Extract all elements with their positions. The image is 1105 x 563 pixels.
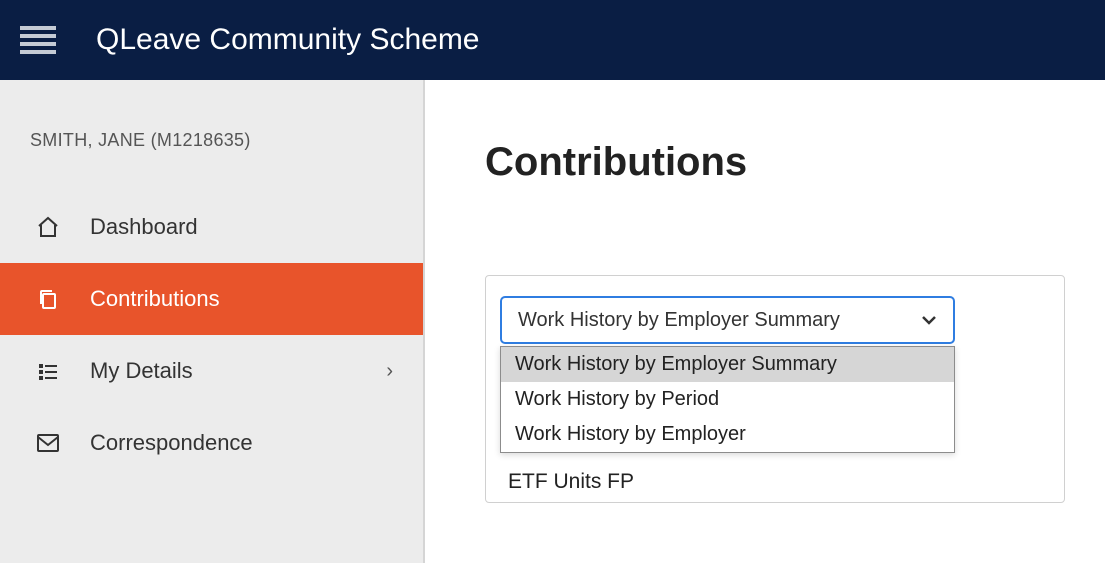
page-title: Contributions bbox=[485, 140, 1065, 185]
sidebar-item-dashboard[interactable]: Dashboard bbox=[0, 191, 423, 263]
main-panel: Contributions Work History by Employer S… bbox=[425, 80, 1105, 563]
sidebar-item-label: Correspondence bbox=[90, 430, 253, 456]
dropdown-option[interactable]: Work History by Period bbox=[501, 382, 954, 417]
sidebar-item-correspondence[interactable]: Correspondence bbox=[0, 407, 423, 479]
chevron-down-icon bbox=[921, 312, 937, 328]
app-header: QLeave Community Scheme bbox=[0, 0, 1105, 80]
copy-icon bbox=[30, 287, 66, 311]
sidebar-item-my-details[interactable]: My Details › bbox=[0, 335, 423, 407]
app-title: QLeave Community Scheme bbox=[96, 23, 480, 57]
sidebar-item-label: Contributions bbox=[90, 286, 220, 312]
filter-panel: Work History by Employer Summary Work Hi… bbox=[485, 275, 1065, 503]
hamburger-menu-icon[interactable] bbox=[20, 26, 56, 54]
dropdown-option[interactable]: Work History by Employer bbox=[501, 417, 954, 452]
sidebar-item-label: Dashboard bbox=[90, 214, 198, 240]
work-history-dropdown[interactable]: Work History by Employer Summary Work Hi… bbox=[500, 296, 955, 344]
chevron-right-icon: › bbox=[386, 360, 393, 383]
user-label: SMITH, JANE (M1218635) bbox=[0, 130, 423, 191]
etf-units-label: ETF Units FP bbox=[500, 464, 1050, 494]
content-area: SMITH, JANE (M1218635) Dashboard Contrib… bbox=[0, 80, 1105, 563]
dropdown-selected[interactable]: Work History by Employer Summary bbox=[500, 296, 955, 344]
sidebar-item-contributions[interactable]: Contributions bbox=[0, 263, 423, 335]
dropdown-option[interactable]: Work History by Employer Summary bbox=[501, 347, 954, 382]
dropdown-selected-label: Work History by Employer Summary bbox=[518, 309, 840, 332]
list-icon bbox=[30, 359, 66, 383]
sidebar: SMITH, JANE (M1218635) Dashboard Contrib… bbox=[0, 80, 425, 563]
envelope-icon bbox=[30, 433, 66, 453]
sidebar-item-label: My Details bbox=[90, 358, 193, 384]
dropdown-list: Work History by Employer Summary Work Hi… bbox=[500, 346, 955, 453]
home-icon bbox=[30, 215, 66, 239]
